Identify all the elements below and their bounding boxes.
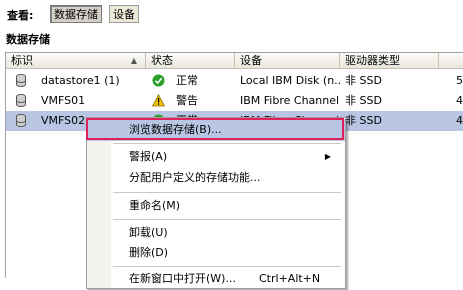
ok-status-icon [152,74,165,87]
sort-ascending-icon: ▲ [130,56,137,65]
row-extra: 4 [456,114,463,127]
menu-item-open-new-window[interactable]: 在新窗口中打开(W)... Ctrl+Alt+N [87,268,345,290]
row-drive-type: 非 SSD [345,74,382,87]
menu-item-label: 删除(D) [129,246,169,259]
datastore-icon [16,114,26,127]
menu-item-alarms[interactable]: 警报(A) ▶ [87,146,345,168]
menu-item-label: 分配用户定义的存储功能... [129,171,261,184]
menu-item-label: 重命名(M) [129,199,181,212]
column-header-status[interactable]: 状态 [146,53,235,69]
row-drive-type: 非 SSD [345,114,382,127]
row-device: IBM Fibre Channel... [240,94,340,107]
column-header-device[interactable]: 设备 [235,53,340,69]
menu-item-shortcut: Ctrl+Alt+N [259,272,321,285]
menu-item-assign-storage-capability[interactable]: 分配用户定义的存储功能... [87,167,345,189]
row-id: datastore1 (1) [41,74,120,87]
view-devices-button[interactable]: 设备 [109,5,139,23]
view-label: 查看: [7,9,34,22]
row-status: 警告 [176,94,198,107]
menu-separator [113,192,341,193]
menu-separator [113,219,341,220]
row-extra: 5 [456,74,463,87]
column-header-extra[interactable] [439,53,463,69]
view-datastores-button[interactable]: 数据存储 [50,5,102,23]
menu-item-label: 卸载(U) [129,226,168,239]
table-row[interactable]: datastore1 (1) 正常 Local IBM Disk (n... 非… [6,71,463,91]
submenu-arrow-icon: ▶ [324,152,331,161]
table-row[interactable]: VMFS01 警告 IBM Fibre Channel... 非 SSD 4 [6,91,463,111]
menu-item-label: 在新窗口中打开(W)... [129,272,236,285]
column-header-id-label: 标识 [11,54,33,67]
row-id: VMFS01 [41,94,86,107]
row-drive-type: 非 SSD [345,94,382,107]
column-header-drive-type[interactable]: 驱动器类型 [340,53,439,69]
warning-status-icon [152,94,165,107]
column-header-id[interactable]: 标识 ▲ [6,53,146,69]
section-title: 数据存储 [6,33,50,46]
row-id: VMFS02 [41,114,86,127]
menu-item-label: 警报(A) [129,150,168,163]
datastore-icon [16,74,26,87]
menu-item-delete[interactable]: 删除(D) [87,242,345,264]
row-status: 正常 [176,74,198,87]
menu-item-unmount[interactable]: 卸载(U) [87,222,345,244]
context-menu: 浏览数据存储(B)... 警报(A) ▶ 分配用户定义的存储功能... 重命名(… [86,117,346,289]
menu-item-rename[interactable]: 重命名(M) [87,195,345,217]
menu-separator [113,266,341,267]
datastore-icon [16,94,26,107]
row-device: Local IBM Disk (n... [240,74,340,87]
menu-separator [113,143,341,144]
highlight-annotation-box [86,118,344,140]
row-extra: 4 [456,94,463,107]
